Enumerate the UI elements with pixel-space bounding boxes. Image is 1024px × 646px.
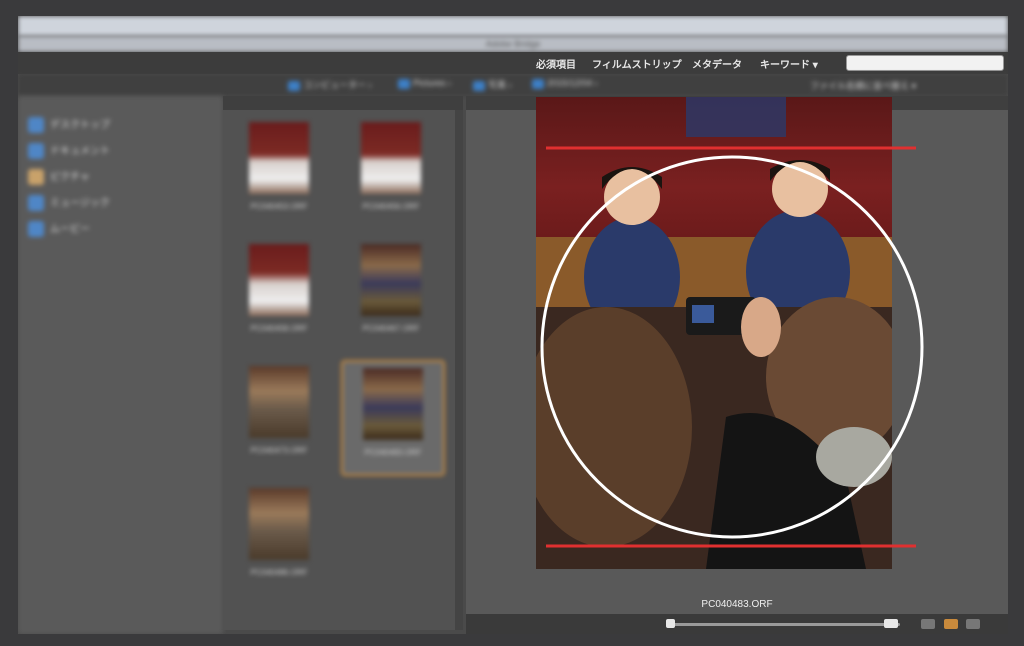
sidebar-item-documents[interactable]: ドキュメント	[28, 142, 110, 164]
sidebar-item-movies[interactable]: ムービー	[28, 220, 90, 242]
sidebar-item-music[interactable]: ミュージック	[28, 194, 110, 216]
content-tab-bar	[223, 96, 463, 110]
content-panel: PC040453.ORF PC040456.ORF PC040458.ORF P…	[223, 110, 455, 630]
menu-bar	[18, 16, 1008, 36]
thumbnail-image	[363, 368, 423, 440]
thumbnail-item[interactable]: PC040467.ORF	[341, 238, 441, 350]
sort-dropdown[interactable]: ファイル名順に並べ替え ▾	[810, 79, 916, 92]
preview-photo	[536, 97, 892, 569]
folders-panel: デスクトップ ドキュメント ピクチャ ミュージック ムービー	[18, 96, 223, 634]
content-scrollbar[interactable]	[455, 110, 463, 630]
thumbnail-label: PC040473.ORF	[250, 446, 308, 455]
thumbnail-item[interactable]: PC040473.ORF	[229, 360, 329, 472]
folder-icon	[473, 80, 485, 91]
thumbnail-item[interactable]: PC040458.ORF	[229, 238, 329, 350]
slider-handle[interactable]	[884, 619, 898, 628]
grid-view-button[interactable]	[921, 619, 935, 629]
thumbnail-label: PC040483.ORF	[364, 448, 422, 457]
workspace-tab-keywords[interactable]: キーワード ▾	[760, 56, 818, 71]
window-title: Adobe Bridge	[18, 36, 1008, 52]
thumbnail-item-selected[interactable]: PC040483.ORF	[341, 360, 445, 476]
thumbnail-image	[361, 244, 421, 316]
list-view-button[interactable]	[966, 619, 980, 629]
photo-scene	[536, 97, 892, 569]
status-bar	[466, 614, 1008, 634]
thumbnail-size-slider[interactable]	[670, 623, 900, 626]
folder-icon	[398, 78, 410, 89]
thumbnail-image	[361, 122, 421, 194]
thumbnail-label: PC040453.ORF	[250, 202, 308, 211]
folder-icon	[28, 143, 44, 160]
thumbnail-image	[249, 366, 309, 438]
breadcrumb-photos[interactable]: 写真 ›	[473, 78, 512, 91]
path-bar: コンピューター › Pictures › 写真 › 2015/12/04 › フ…	[18, 74, 1008, 96]
pictures-icon	[28, 169, 44, 186]
thumbnail-item[interactable]: PC040486.ORF	[229, 482, 329, 594]
thumbnail-label: PC040467.ORF	[362, 324, 420, 333]
thumbnail-item[interactable]: PC040456.ORF	[341, 116, 441, 228]
thumbnail-label: PC040486.ORF	[250, 568, 308, 577]
sidebar-item-pictures[interactable]: ピクチャ	[28, 168, 90, 190]
movie-icon	[28, 221, 44, 238]
thumbnail-image	[249, 122, 309, 194]
breadcrumb-computer[interactable]: コンピューター ›	[288, 78, 372, 91]
folder-icon	[532, 78, 544, 89]
preview-filename: PC040483.ORF	[701, 599, 773, 610]
search-input[interactable]	[846, 55, 1004, 71]
workspace-tab-metadata[interactable]: メタデータ	[692, 56, 742, 71]
workspace-tab-filmstrip[interactable]: フィルムストリップ	[592, 56, 682, 71]
thumbnail-label: PC040458.ORF	[250, 324, 308, 333]
workspace-tab-essentials[interactable]: 必須項目	[536, 56, 576, 71]
thumbnail-item[interactable]: PC040453.ORF	[229, 116, 329, 228]
thumbnail-image	[249, 488, 309, 560]
breadcrumb-date[interactable]: 2015/12/04 ›	[532, 78, 598, 89]
sidebar-item-desktop[interactable]: デスクトップ	[28, 116, 110, 138]
slider-min-handle[interactable]	[666, 619, 675, 628]
folder-icon	[288, 80, 300, 91]
thumbnail-label: PC040456.ORF	[362, 202, 420, 211]
breadcrumb-pictures[interactable]: Pictures ›	[398, 78, 451, 89]
desktop-icon	[28, 117, 44, 134]
music-icon	[28, 195, 44, 212]
workspace-bar: 必須項目 フィルムストリップ メタデータ キーワード ▾	[18, 52, 1008, 74]
detail-view-button[interactable]	[944, 619, 958, 629]
thumbnail-image	[249, 244, 309, 316]
